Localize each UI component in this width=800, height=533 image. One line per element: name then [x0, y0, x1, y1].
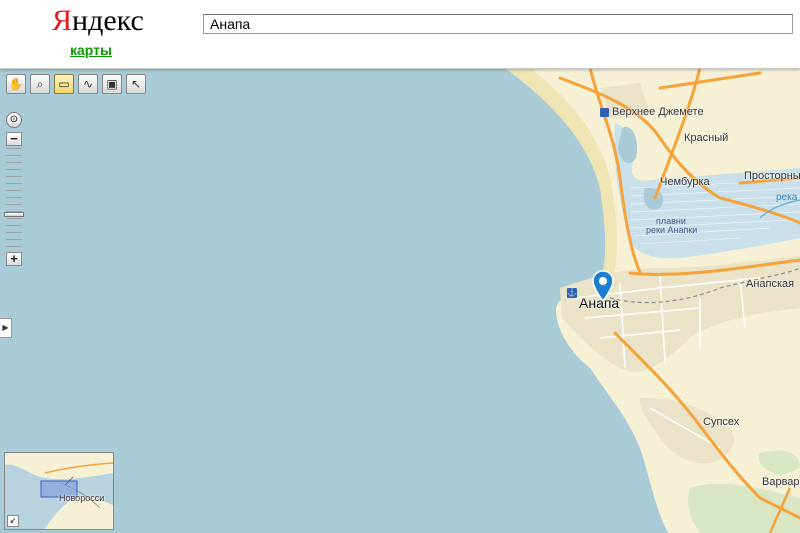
service-link-maps[interactable]: карты: [70, 42, 112, 58]
header: Яндекс карты: [0, 0, 800, 69]
ruler-button[interactable]: ▭: [54, 74, 74, 94]
pointer-icon: ↖: [130, 77, 142, 91]
hand-icon: ✋: [8, 77, 24, 91]
search-input[interactable]: [203, 14, 793, 34]
hand-tool-button[interactable]: ✋: [6, 74, 26, 94]
route-icon: ∿: [82, 77, 94, 91]
label-reka: река: [776, 192, 798, 203]
label-reki-anapki: реки Анапки: [646, 225, 698, 235]
location-pin-icon[interactable]: [592, 270, 614, 302]
label-chemburka: Чембурка: [660, 176, 710, 188]
station-icon: [600, 108, 609, 117]
zoom-out-button[interactable]: −: [6, 132, 22, 146]
port-icon: ⚓: [567, 288, 577, 298]
minimap-label: Новоросси: [59, 493, 105, 503]
pointer-button[interactable]: ↖: [126, 74, 146, 94]
sidebar-expand-button[interactable]: ▶: [0, 318, 12, 338]
label-krasny: Красный: [684, 132, 729, 144]
label-anapskaya: Анапская: [746, 278, 795, 290]
magnifier-icon: ⌕: [36, 76, 44, 91]
zoom-area-button[interactable]: ⌕: [30, 74, 50, 94]
minimap-tiles: [5, 453, 113, 529]
route-button[interactable]: ∿: [78, 74, 98, 94]
label-supseh: Супсех: [703, 416, 740, 428]
ruler-icon: ▭: [58, 77, 70, 91]
yandex-logo[interactable]: Яндекс: [52, 3, 144, 39]
map-canvas[interactable]: Верхнее Джемете Красный Чембурка Простор…: [0, 68, 800, 533]
minimap[interactable]: Новоросси ↙: [4, 452, 114, 530]
label-varvarovka: Варвар: [762, 476, 800, 488]
label-verhnee-dzhemete: Верхнее Джемете: [612, 106, 704, 118]
compass-icon[interactable]: ⊙: [6, 112, 22, 128]
minimap-collapse-icon[interactable]: ↙: [7, 515, 19, 527]
zoom-in-button[interactable]: +: [6, 252, 22, 266]
zoom-scale[interactable]: [4, 148, 24, 250]
layers-icon: ▣: [106, 77, 118, 91]
label-prostorny: Просторный: [744, 170, 800, 182]
zoom-control: ⊙ − +: [4, 112, 24, 266]
layers-button[interactable]: ▣: [102, 74, 122, 94]
map-tiles: [505, 68, 800, 533]
arrow-right-icon: ▶: [2, 323, 9, 332]
zoom-slider-thumb[interactable]: [4, 212, 24, 217]
map-toolbar: ✋ ⌕ ▭ ∿ ▣ ↖: [6, 74, 146, 94]
